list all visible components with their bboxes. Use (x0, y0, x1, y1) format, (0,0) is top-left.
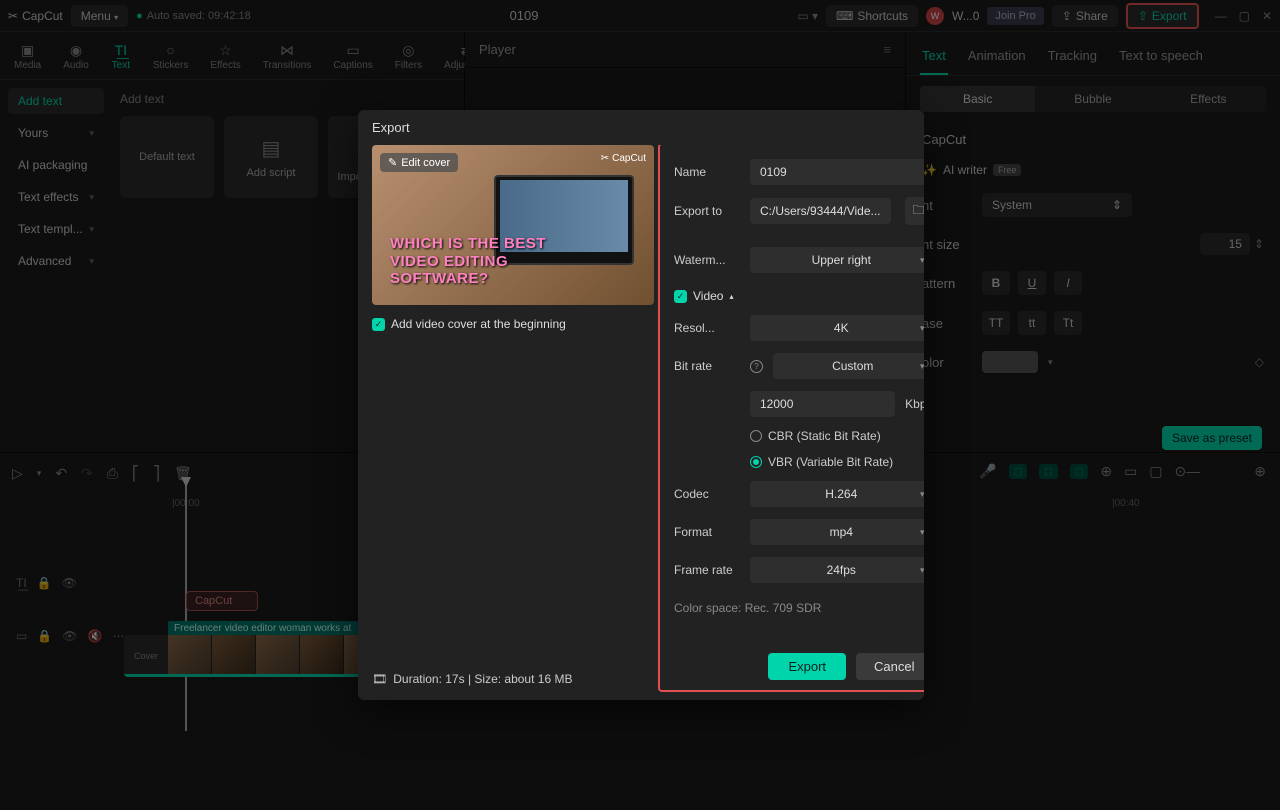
chevron-down-icon: ▾ (920, 255, 924, 266)
modal-actions: Export Cancel (674, 653, 924, 680)
format-select[interactable]: mp4▾ (750, 519, 924, 545)
cbr-radio[interactable]: CBR (Static Bit Rate) (750, 429, 924, 443)
checkbox-icon: ✓ (372, 318, 385, 331)
name-label: Name (674, 165, 740, 179)
chevron-down-icon: ▾ (920, 489, 924, 500)
chevron-down-icon: ▾ (920, 361, 924, 372)
resolution-select[interactable]: 4K▾ (750, 315, 924, 341)
color-space-label: Color space: Rec. 709 SDR (674, 601, 924, 615)
kbps-label: Kbps (905, 397, 924, 411)
pencil-icon: ✎ (388, 156, 397, 169)
export-settings: Name Export to C:/Users/93444/Vide... 🗀 … (658, 145, 924, 692)
cancel-button[interactable]: Cancel (856, 653, 924, 680)
video-section-header[interactable]: ✓ Video ▴ (674, 289, 924, 303)
checkbox-icon: ✓ (674, 290, 687, 303)
modal-left: ✎Edit cover ✂CapCut WHICH IS THE BEST VI… (358, 145, 658, 700)
chevron-down-icon: ▾ (920, 323, 924, 334)
export-button[interactable]: Export (768, 653, 846, 680)
framerate-select[interactable]: 24fps▾ (750, 557, 924, 583)
chevron-down-icon: ▾ (920, 527, 924, 538)
chevron-up-icon: ▴ (729, 292, 733, 301)
export-modal: Export ✎Edit cover ✂CapCut WHICH IS THE … (358, 110, 924, 700)
info-icon[interactable]: ? (750, 360, 763, 373)
framerate-label: Frame rate (674, 563, 740, 577)
export-duration: 🎞 Duration: 17s | Size: about 16 MB (372, 658, 644, 700)
radio-icon (750, 430, 762, 442)
radio-checked-icon (750, 456, 762, 468)
format-label: Format (674, 525, 740, 539)
bitrate-select[interactable]: Custom▾ (773, 353, 924, 379)
edit-cover-button[interactable]: ✎Edit cover (380, 153, 458, 172)
watermark-badge: ✂CapCut (601, 153, 646, 164)
exportto-label: Export to (674, 204, 740, 218)
name-input[interactable] (750, 159, 924, 185)
bitrate-label: Bit rate (674, 359, 740, 373)
vbr-radio[interactable]: VBR (Variable Bit Rate) (750, 455, 924, 469)
watermark-label: Waterm... (674, 253, 740, 267)
codec-label: Codec (674, 487, 740, 501)
watermark-select[interactable]: Upper right▾ (750, 247, 924, 273)
codec-select[interactable]: H.264▾ (750, 481, 924, 507)
folder-icon: 🗀 (913, 201, 925, 222)
modal-title: Export (358, 110, 924, 145)
browse-button[interactable]: 🗀 (905, 197, 924, 225)
resolution-label: Resol... (674, 321, 740, 335)
preview-overlay-text: WHICH IS THE BEST VIDEO EDITING SOFTWARE… (390, 235, 546, 287)
logo-icon: ✂ (601, 153, 609, 164)
export-preview: ✎Edit cover ✂CapCut WHICH IS THE BEST VI… (372, 145, 654, 305)
bitrate-input[interactable] (750, 391, 895, 417)
exportto-path: C:/Users/93444/Vide... (750, 198, 891, 224)
add-cover-checkbox[interactable]: ✓ Add video cover at the beginning (372, 317, 644, 331)
film-icon: 🎞 (372, 672, 387, 686)
chevron-down-icon: ▾ (920, 565, 924, 576)
